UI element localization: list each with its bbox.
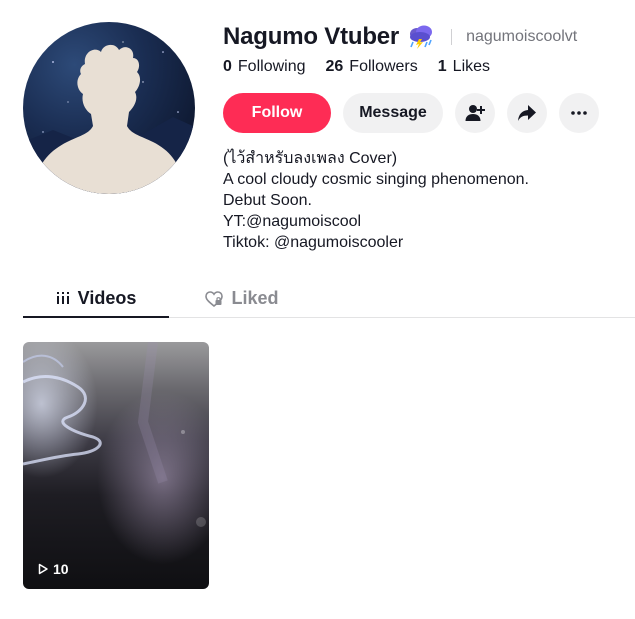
- stat-number: 26: [325, 58, 344, 75]
- video-thumbnail[interactable]: 10: [23, 342, 209, 589]
- stat-number: 0: [223, 58, 232, 75]
- tab-liked-label: Liked: [231, 288, 279, 308]
- bio-line: Debut Soon.: [223, 192, 312, 209]
- username: nagumoiscoolvt: [466, 28, 578, 45]
- video-thumbnail-image: [23, 342, 209, 589]
- stat-following[interactable]: 0 Following: [223, 58, 306, 76]
- avatar-silhouette: [23, 41, 195, 194]
- stat-likes: 1 Likes: [438, 58, 490, 76]
- tab-videos[interactable]: Videos: [23, 280, 169, 318]
- bio-line: A cool cloudy cosmic singing phenomenon.: [223, 171, 529, 188]
- play-count-value: 10: [53, 561, 69, 577]
- message-button[interactable]: Message: [343, 93, 443, 133]
- bio-line: YT:@nagumoiscool: [223, 213, 362, 230]
- cloud-with-lightning-rain-icon: [410, 25, 433, 49]
- stat-followers[interactable]: 26 Followers: [326, 58, 418, 76]
- tab-liked[interactable]: Liked: [169, 280, 315, 317]
- videos-grid-icon: [56, 292, 69, 304]
- profile-tabs: Videos Liked: [23, 280, 635, 318]
- tab-videos-label: Videos: [77, 287, 137, 308]
- stat-label: Following: [237, 58, 306, 75]
- share-icon: [518, 105, 536, 121]
- profile-name-row: Nagumo Vtuber nagumoiscoolvt: [223, 22, 577, 52]
- profile-avatar[interactable]: [23, 22, 195, 194]
- liked-heart-lock-icon: [205, 290, 224, 307]
- stat-label: Followers: [349, 58, 418, 75]
- follow-button[interactable]: Follow: [223, 93, 331, 133]
- more-icon: [571, 111, 587, 115]
- bio-line: (ไว้สำหรับลงเพลง Cover): [223, 150, 398, 167]
- profile-actions: Follow Message: [223, 93, 599, 133]
- bio-line: Tiktok: @nagumoiscooler: [223, 234, 404, 251]
- more-button[interactable]: [559, 93, 599, 133]
- stat-number: 1: [437, 58, 447, 75]
- display-name: Nagumo Vtuber: [223, 23, 400, 50]
- play-icon: [38, 563, 48, 575]
- share-button[interactable]: [507, 93, 547, 133]
- profile-bio: (ไว้สำหรับลงเพลง Cover) A cool cloudy co…: [223, 148, 529, 253]
- add-friend-button[interactable]: [455, 93, 495, 133]
- add-friend-icon: [465, 105, 485, 121]
- video-play-count: 10: [37, 561, 69, 577]
- name-divider: [451, 29, 453, 45]
- profile-stats: 0 Following 26 Followers 1 Likes: [223, 58, 510, 76]
- stat-label: Likes: [452, 58, 491, 75]
